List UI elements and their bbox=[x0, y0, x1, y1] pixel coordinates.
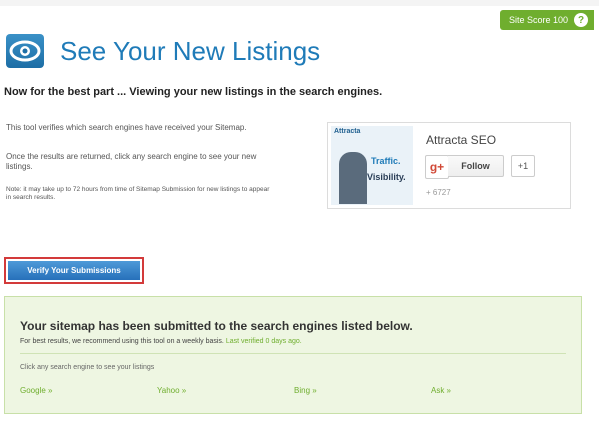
description-paragraph: Once the results are returned, click any… bbox=[6, 152, 257, 171]
plus-one-button[interactable]: +1 bbox=[511, 155, 535, 177]
engine-link-yahoo[interactable]: Yahoo » bbox=[157, 386, 186, 395]
engine-link-bing[interactable]: Bing » bbox=[294, 386, 317, 395]
page-title: See Your New Listings bbox=[60, 36, 321, 66]
engine-link-google[interactable]: Google » bbox=[20, 386, 52, 395]
engine-link-ask[interactable]: Ask » bbox=[431, 386, 451, 395]
verify-submissions-highlight: Verify Your Submissions bbox=[4, 257, 144, 284]
profile-name[interactable]: Attracta SEO bbox=[426, 133, 496, 147]
follow-button[interactable]: Follow bbox=[448, 155, 504, 177]
click-prompt: Click any search engine to see your list… bbox=[20, 364, 155, 371]
divider bbox=[20, 353, 566, 354]
top-bar bbox=[0, 0, 599, 6]
results-subtext: For best results, we recommend using thi… bbox=[20, 338, 302, 345]
description-paragraph: This tool verifies which search engines … bbox=[6, 123, 247, 132]
page-subtitle: Now for the best part ... Viewing your n… bbox=[4, 86, 383, 98]
last-verified: Last verified 0 days ago. bbox=[225, 338, 302, 345]
results-panel: Your sitemap has been submitted to the s… bbox=[4, 296, 582, 414]
site-score-badge[interactable]: Site Score 100 ? bbox=[500, 10, 594, 30]
description-note: Note: it may take up to 72 hours from ti… bbox=[6, 186, 270, 201]
follower-count: + 6727 bbox=[426, 188, 451, 197]
help-icon[interactable]: ? bbox=[574, 13, 588, 27]
site-score-label: Site Score 100 bbox=[508, 15, 568, 25]
profile-thumbnail[interactable]: Attracta Traffic. Visibility. bbox=[331, 126, 413, 205]
verify-submissions-button[interactable]: Verify Your Submissions bbox=[8, 261, 140, 280]
eye-logo-icon bbox=[6, 34, 44, 68]
thumbnail-tagline: Traffic. bbox=[371, 156, 401, 166]
results-title: Your sitemap has been submitted to the s… bbox=[20, 319, 413, 333]
person-image bbox=[339, 152, 367, 204]
thumbnail-brand: Attracta bbox=[334, 128, 361, 135]
thumbnail-tagline: Visibility. bbox=[367, 172, 406, 182]
google-plus-icon[interactable]: g+ bbox=[425, 155, 449, 179]
results-recommendation: For best results, we recommend using thi… bbox=[20, 338, 224, 345]
google-plus-card: Attracta Traffic. Visibility. Attracta S… bbox=[327, 122, 571, 209]
